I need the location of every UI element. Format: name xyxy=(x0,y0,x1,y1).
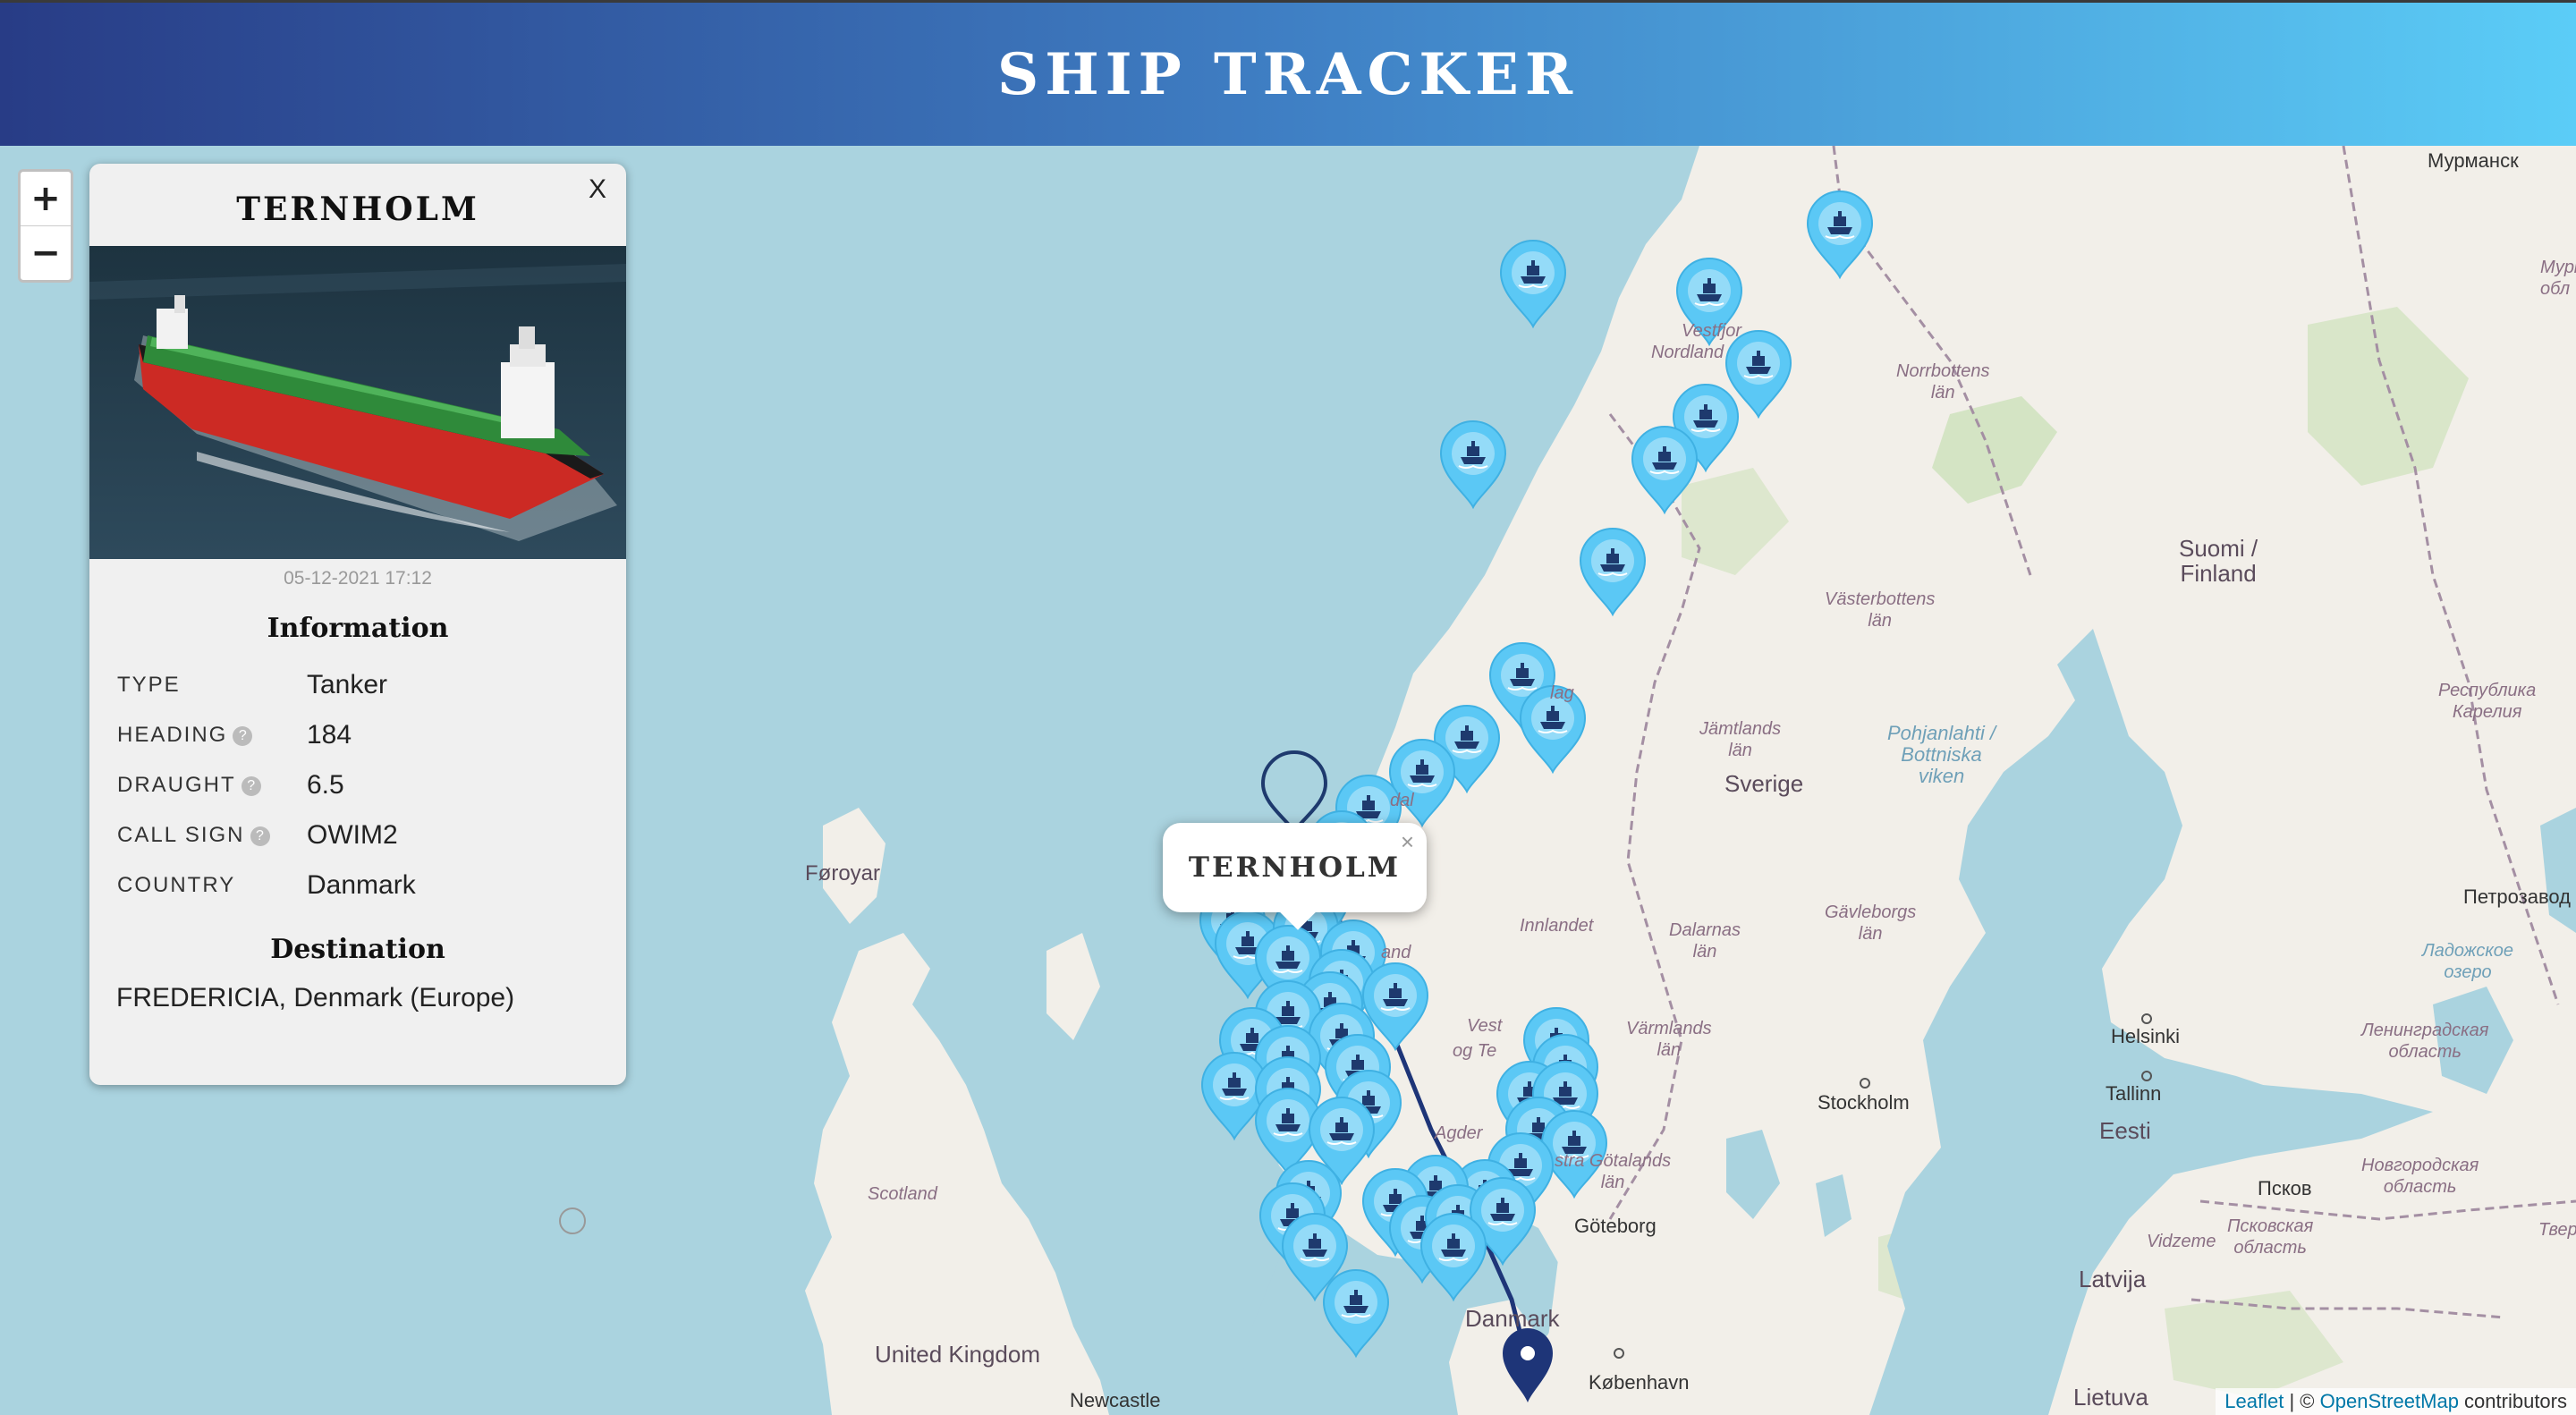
ship-photo xyxy=(89,246,626,559)
label-helsinki: Helsinki xyxy=(2111,1025,2181,1047)
label-jamtland: Jämtlands län xyxy=(1699,719,1782,760)
call-sign-value: OWIM2 xyxy=(307,820,398,850)
label-and: and xyxy=(1381,943,1411,962)
attribution-separator: | © xyxy=(2284,1390,2320,1412)
label-vasterbotten: Västerbottens län xyxy=(1825,589,1936,631)
label-lag: lag xyxy=(1550,683,1574,703)
label-pohjanlahti: Pohjanlahti / Bottniska viken xyxy=(1887,722,1996,787)
label-tver: Тверс xyxy=(2538,1220,2576,1240)
label-dal: dal xyxy=(1390,791,1414,810)
help-icon[interactable]: ? xyxy=(233,725,253,746)
attribution-suffix: contributors xyxy=(2458,1390,2567,1412)
call-sign-label-cell: CALL SIGN? xyxy=(116,810,306,860)
label-vest: Vest xyxy=(1467,1016,1503,1036)
label-gavleborg: Gävleborgs län xyxy=(1825,902,1917,944)
info-row-draught: DRAUGHT? 6.5 xyxy=(116,760,417,810)
label-og-te: og Te xyxy=(1453,1041,1497,1061)
heading-label-cell: HEADING? xyxy=(116,710,306,760)
label-pskov: Псков xyxy=(2258,1177,2312,1199)
label-stockholm: Stockholm xyxy=(1818,1091,1910,1114)
popup-ship-name: TERNHOLM xyxy=(1188,852,1402,884)
label-leningrad: Ленинградская область xyxy=(2361,1021,2489,1062)
label-pskov-oblast: Псковская область xyxy=(2227,1216,2314,1258)
info-row-country: COUNTRY Danmark xyxy=(116,860,417,911)
label-newcastle: Newcastle xyxy=(1070,1389,1161,1411)
label-finland: Suomi / Finland xyxy=(2179,535,2258,587)
zoom-control: + − xyxy=(18,169,73,283)
destination-heading: Destination xyxy=(270,934,445,965)
ship-info-panel: X TERNHOLM 05-12-2021 17:12 Information … xyxy=(89,164,626,1085)
info-table: TYPE Tanker HEADING? 184 DRAUGHT? 6.5 CA… xyxy=(116,660,417,911)
label-karelia: Республика Карелия xyxy=(2438,681,2537,722)
label-oblast: обл xyxy=(2540,279,2571,299)
panel-ship-name: TERNHOLM xyxy=(236,191,479,228)
heading-value: 184 xyxy=(307,720,352,750)
label-uk: United Kingdom xyxy=(875,1341,1040,1368)
destination-value: FREDERICIA, Denmark (Europe) xyxy=(116,983,515,1013)
draught-label: DRAUGHT xyxy=(117,773,236,797)
label-lietuva: Lietuva xyxy=(2073,1384,2148,1411)
help-icon[interactable]: ? xyxy=(250,826,270,846)
label-vidzeme: Vidzeme xyxy=(2147,1232,2216,1251)
label-dalarna: Dalarnas län xyxy=(1669,920,1741,962)
label-danmark: Danmark xyxy=(1465,1305,1560,1332)
label-vestfjord: Vestfjor xyxy=(1682,321,1742,341)
app-header: SHIP TRACKER xyxy=(0,0,2576,146)
popup-close-button[interactable]: × xyxy=(1401,828,1414,856)
label-tallinn: Tallinn xyxy=(2106,1082,2162,1105)
app-title: SHIP TRACKER xyxy=(996,40,1580,108)
label-vgotaland: stra Götalands län xyxy=(1555,1151,1672,1192)
call-sign-label: CALL SIGN xyxy=(117,823,245,847)
label-norrbotten: Norrbottens län xyxy=(1896,361,1990,402)
label-murmansk: Мурманск xyxy=(2428,149,2519,172)
label-ladoga: Ладожское озеро xyxy=(2422,941,2514,982)
zoom-out-button[interactable]: − xyxy=(21,225,71,280)
label-murmansk-oblast: Мурм xyxy=(2540,258,2576,277)
label-faroe: Føroyar xyxy=(805,861,880,885)
type-label: TYPE xyxy=(117,673,181,697)
help-icon[interactable]: ? xyxy=(241,775,261,796)
label-agder: Agder xyxy=(1435,1123,1483,1143)
label-nordland: Nordland xyxy=(1651,343,1724,362)
label-novgorod: Новгородская область xyxy=(2361,1156,2479,1197)
info-row-call-sign: CALL SIGN? OWIM2 xyxy=(116,810,417,860)
label-goteborg: Göteborg xyxy=(1574,1215,1657,1237)
selected-ship-marker xyxy=(1260,750,1328,838)
ship-popup: TERNHOLM × xyxy=(1163,823,1427,930)
label-scotland: Scotland xyxy=(868,1184,937,1204)
map-attribution: Leaflet | © OpenStreetMap contributors xyxy=(2216,1388,2576,1415)
position-timestamp: 05-12-2021 17:12 xyxy=(284,568,432,589)
zoom-in-button[interactable]: + xyxy=(21,172,71,225)
country-value: Danmark xyxy=(307,870,416,900)
label-latvija: Latvija xyxy=(2079,1266,2147,1292)
type-value: Tanker xyxy=(307,670,388,699)
heading-label: HEADING xyxy=(117,723,228,747)
panel-close-button[interactable]: X xyxy=(589,174,606,205)
information-heading: Information xyxy=(267,613,449,644)
label-kobenhavn: København xyxy=(1589,1371,1690,1394)
osm-link[interactable]: OpenStreetMap xyxy=(2320,1390,2459,1412)
label-sverige: Sverige xyxy=(1724,770,1804,797)
label-petrozavodsk: Петрозавод xyxy=(2463,885,2571,908)
country-label: COUNTRY xyxy=(117,873,236,897)
label-varmland: Värmlands län xyxy=(1626,1019,1712,1060)
label-innlandet: Innlandet xyxy=(1520,916,1594,936)
draught-value: 6.5 xyxy=(307,770,344,800)
draught-label-cell: DRAUGHT? xyxy=(116,760,306,810)
info-row-type: TYPE Tanker xyxy=(116,660,417,710)
label-eesti: Eesti xyxy=(2099,1117,2151,1144)
info-row-heading: HEADING? 184 xyxy=(116,710,417,760)
leaflet-link[interactable]: Leaflet xyxy=(2224,1390,2284,1412)
